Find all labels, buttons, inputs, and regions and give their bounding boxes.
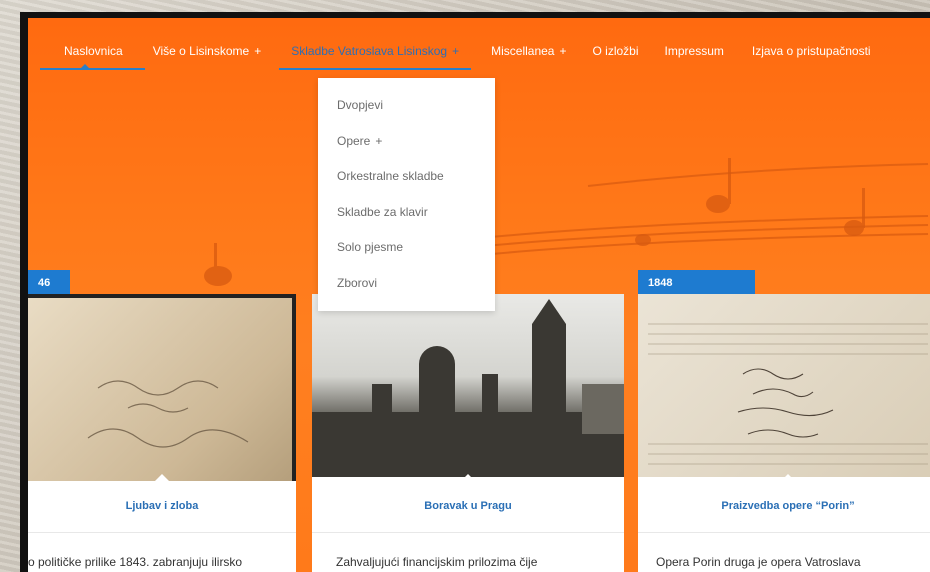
year-badge: 46 xyxy=(28,270,70,296)
browser-viewport: Naslovnica Više o Lisinskome + Skladbe V… xyxy=(20,12,930,572)
nav-item-impressum[interactable]: Impressum xyxy=(653,18,736,84)
nav-item-label: Izjava o pristupačnosti xyxy=(751,44,871,58)
hero-banner: Naslovnica Više o Lisinskome + Skladbe V… xyxy=(28,18,930,572)
porin-score-image xyxy=(638,294,930,477)
skladbe-dropdown-menu: Dvopjevi Opere + Orkestralne skladbe Skla… xyxy=(318,78,495,311)
dropdown-item-zborovi[interactable]: Zborovi xyxy=(318,266,495,302)
expand-plus-icon: + xyxy=(254,44,262,58)
nav-item-label: Impressum xyxy=(664,44,724,58)
prague-photo xyxy=(312,294,624,477)
dropdown-item-skladbe-za-klavir[interactable]: Skladbe za klavir xyxy=(318,195,495,231)
expand-plus-icon: + xyxy=(375,133,383,148)
dropdown-item-opere[interactable]: Opere + xyxy=(318,124,495,160)
card-title[interactable]: Ljubav i zloba xyxy=(28,474,296,533)
nav-item-label: Naslovnica xyxy=(64,44,123,58)
card-excerpt: Opera Porin druga je opera Vatroslava xyxy=(656,555,861,569)
score-staff-lines xyxy=(648,323,928,465)
timeline-card[interactable]: Ljubav i zloba o političke prilike 1843.… xyxy=(28,294,296,572)
card-excerpt: Zahvaljujući financijskim prilozima čije xyxy=(336,555,538,569)
nav-item-skladbe[interactable]: Skladbe Vatroslava Lisinskog + xyxy=(279,18,472,84)
expand-plus-icon: + xyxy=(559,44,567,58)
dropdown-item-label: Zborovi xyxy=(337,275,378,290)
nav-item-label: Više o Lisinskome xyxy=(152,44,250,58)
dropdown-item-label: Orkestralne skladbe xyxy=(337,169,444,183)
nav-item-naslovnica[interactable]: Naslovnica xyxy=(28,18,145,84)
nav-item-vise-o-lisinskome[interactable]: Više o Lisinskome + xyxy=(141,18,274,84)
dropdown-item-label: Opere xyxy=(337,133,371,148)
timeline-card[interactable]: Boravak u Pragu Zahvaljujući financijski… xyxy=(312,294,624,572)
dropdown-item-label: Dvopjevi xyxy=(337,98,384,112)
expand-plus-icon: + xyxy=(452,44,460,58)
dropdown-item-label: Solo pjesme xyxy=(337,240,404,254)
card-excerpt: o političke prilike 1843. zabranjuju ili… xyxy=(28,555,243,569)
prague-bridge-silhouette xyxy=(312,299,624,477)
dropdown-item-label: Skladbe za klavir xyxy=(337,204,428,219)
dropdown-item-dvopjevi[interactable]: Dvopjevi xyxy=(318,88,495,124)
card-title[interactable]: Boravak u Pragu xyxy=(312,474,624,533)
dropdown-item-solo-pjesme[interactable]: Solo pjesme xyxy=(318,230,495,266)
nav-item-label: Skladbe Vatroslava Lisinskog xyxy=(291,44,448,58)
timeline-card[interactable]: Praizvedba opere “Porin” Opera Porin dru… xyxy=(638,294,930,572)
nav-item-miscellanea[interactable]: Miscellanea + xyxy=(479,18,578,84)
dropdown-item-orkestralne-skladbe[interactable]: Orkestralne skladbe xyxy=(318,159,495,195)
nav-item-label: O izložbi xyxy=(592,44,639,58)
manuscript-image xyxy=(28,294,296,481)
nav-item-izjava-o-pristupacnosti[interactable]: Izjava o pristupačnosti xyxy=(740,18,883,84)
nav-item-label: Miscellanea xyxy=(491,44,555,58)
card-title[interactable]: Praizvedba opere “Porin” xyxy=(638,474,930,533)
nav-item-o-izlozbi[interactable]: O izložbi xyxy=(581,18,651,84)
main-navigation: Naslovnica Više o Lisinskome + Skladbe V… xyxy=(28,18,930,84)
year-badge: 1848 xyxy=(638,270,755,296)
manuscript-script-decoration xyxy=(87,380,249,448)
